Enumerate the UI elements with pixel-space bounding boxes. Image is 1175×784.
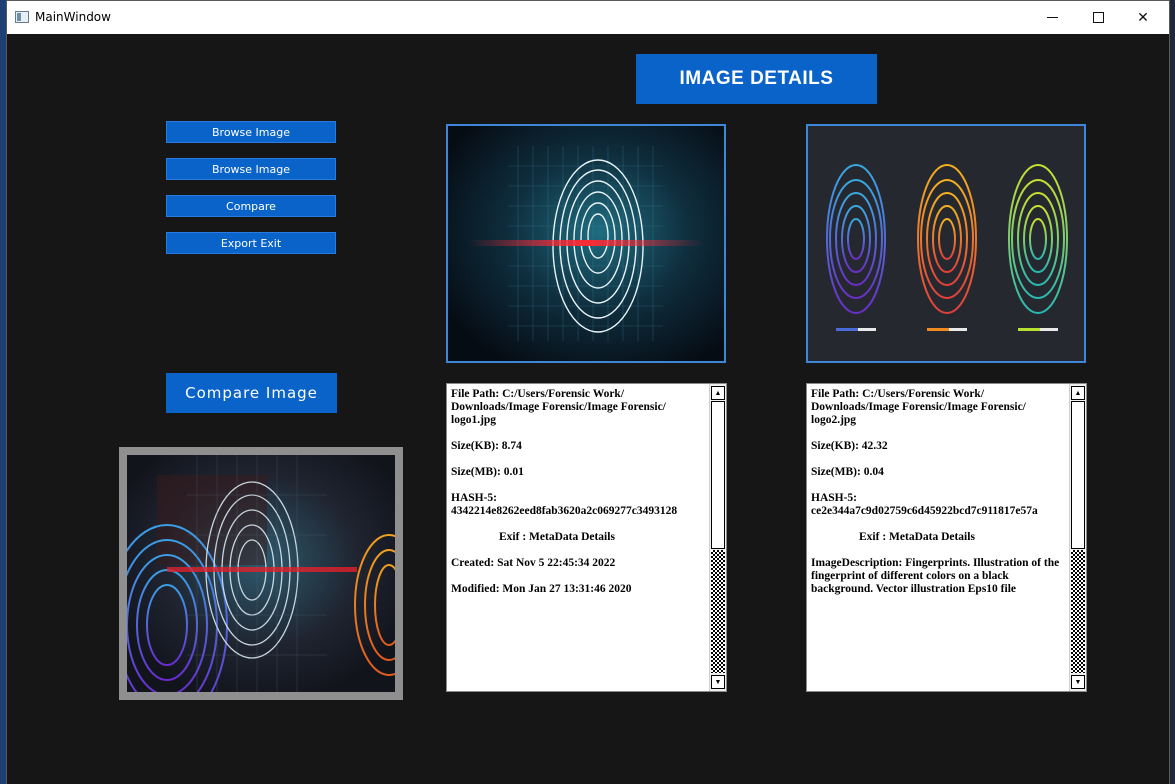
scroll-track[interactable] [1071,550,1085,673]
scroll-track[interactable] [711,550,725,673]
details-content-2: File Path: C:/Users/Forensic Work/ Downl… [811,388,1067,609]
scroll-thumb[interactable] [711,401,725,549]
details-content-1: File Path: C:/Users/Forensic Work/ Downl… [451,388,707,609]
image-preview-2 [806,124,1086,363]
scroll-up-arrow-icon[interactable]: ▲ [711,386,725,400]
size-kb-text: Size(KB): 42.32 [811,440,888,452]
export-exit-button[interactable]: Export Exit [166,232,336,254]
client-area: IMAGE DETAILS Browse Image Browse Image … [7,34,1169,784]
main-window: MainWindow ✕ IMAGE DETAILS Browse Image … [6,0,1170,784]
browse-image-button-2[interactable]: Browse Image [166,158,336,180]
size-mb-text: Size(MB): 0.01 [451,466,524,478]
scrollbar-2[interactable]: ▲ ▼ [1069,384,1086,691]
close-icon: ✕ [1137,9,1149,26]
hash-text: HASH-5: ce2e344a7c9d02759c6d45922bcd7c91… [811,492,1038,517]
exif-heading: Exif : MetaData Details [859,531,975,543]
size-mb-text: Size(MB): 0.04 [811,466,884,478]
maximize-icon [1092,12,1104,23]
window-title: MainWindow [35,10,111,24]
scrollbar-1[interactable]: ▲ ▼ [709,384,726,691]
compare-image-button[interactable]: Compare Image [166,373,337,413]
browse-image-button-1[interactable]: Browse Image [166,121,336,143]
image-description-text: ImageDescription: Fingerprints. Illustra… [811,557,1060,595]
image-preview-1 [446,124,726,363]
app-icon [15,11,29,23]
details-text-panel-2[interactable]: File Path: C:/Users/Forensic Work/ Downl… [806,383,1087,692]
fingerprint-scan-image [448,126,724,361]
three-fingerprints-image [808,126,1084,361]
maximize-button[interactable] [1075,1,1121,34]
compare-button[interactable]: Compare [166,195,336,217]
modified-text: Modified: Mon Jan 27 13:31:46 2020 [451,583,632,595]
comparison-result-image [127,455,395,692]
scroll-up-arrow-icon[interactable]: ▲ [1071,386,1085,400]
created-text: Created: Sat Nov 5 22:45:34 2022 [451,557,616,569]
minimize-button[interactable] [1029,1,1075,34]
close-button[interactable]: ✕ [1120,1,1166,34]
scroll-down-arrow-icon[interactable]: ▼ [711,675,725,689]
details-text-panel-1[interactable]: File Path: C:/Users/Forensic Work/ Downl… [446,383,727,692]
file-path-text: File Path: C:/Users/Forensic Work/ Downl… [811,388,1026,426]
scroll-thumb[interactable] [1071,401,1085,549]
image-details-header[interactable]: IMAGE DETAILS [636,54,877,104]
hash-text: HASH-5: 4342214e8262eed8fab3620a2c069277… [451,492,678,517]
title-bar: MainWindow ✕ [7,1,1169,34]
minimize-icon [1046,17,1058,18]
size-kb-text: Size(KB): 8.74 [451,440,522,452]
exif-heading: Exif : MetaData Details [499,531,615,543]
comparison-result-frame [119,447,403,700]
scroll-down-arrow-icon[interactable]: ▼ [1071,675,1085,689]
file-path-text: File Path: C:/Users/Forensic Work/ Downl… [451,388,666,426]
